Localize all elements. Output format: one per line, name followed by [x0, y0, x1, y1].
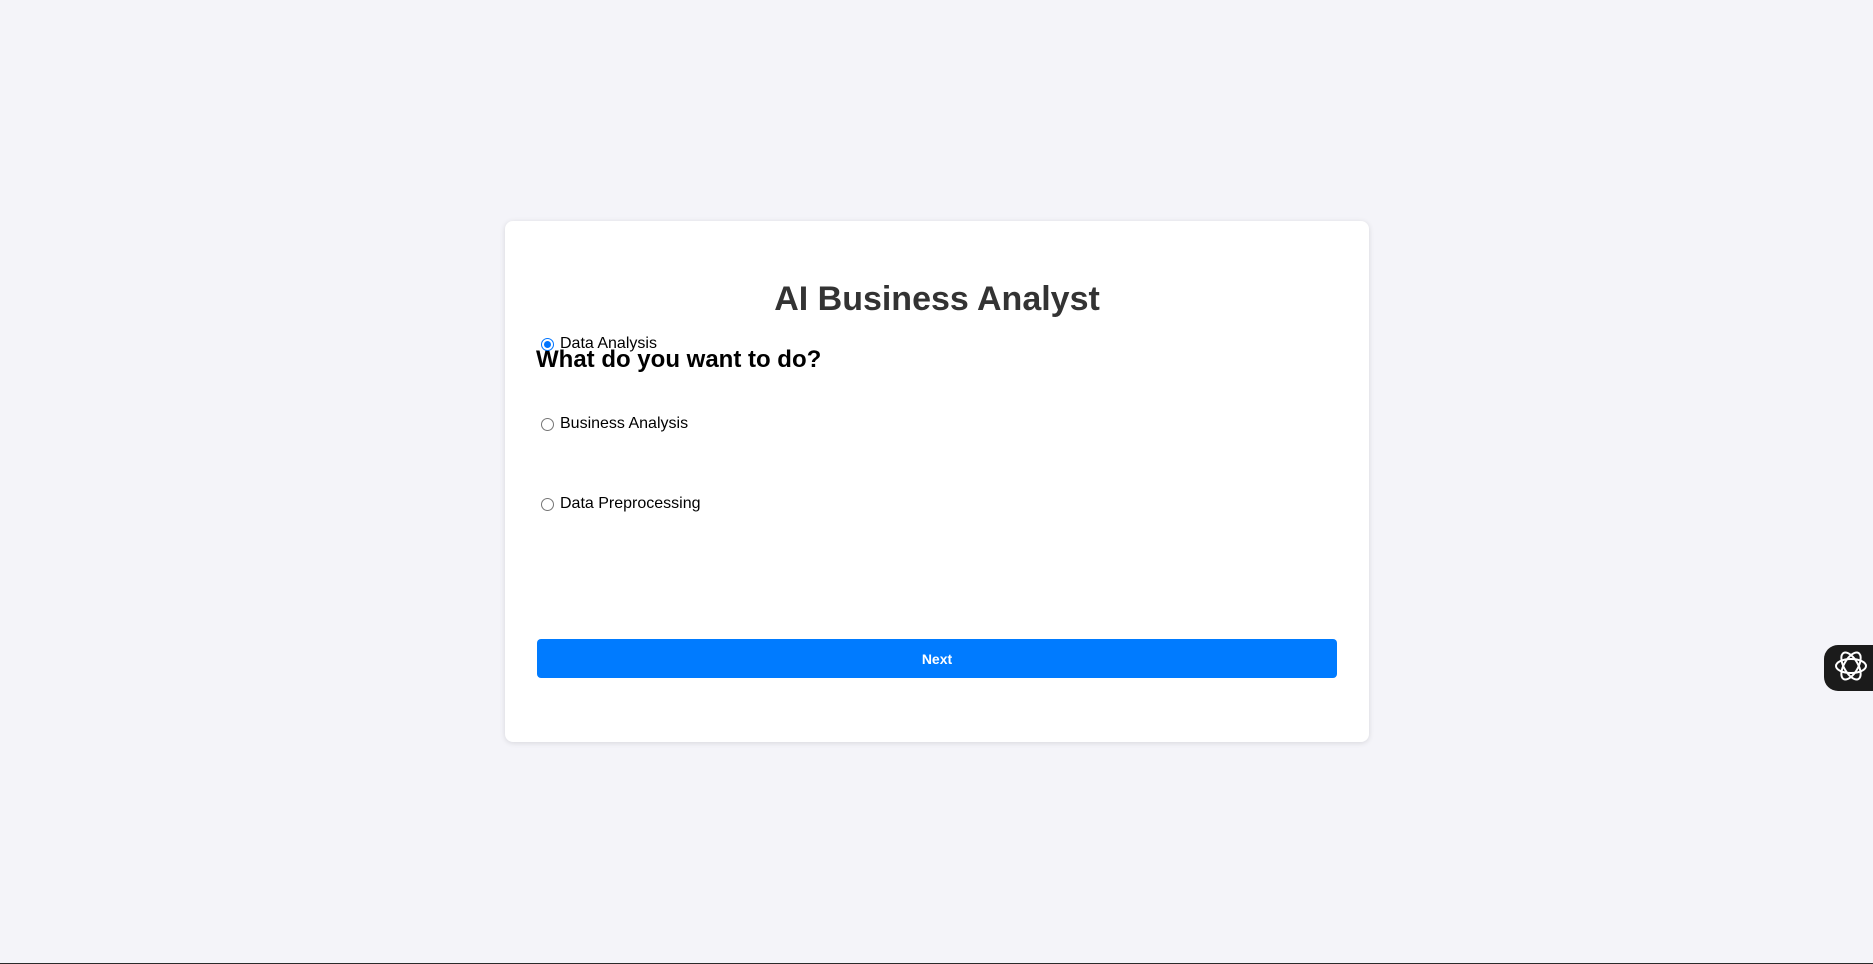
openai-logo-icon [1833, 648, 1869, 689]
page-title: AI Business Analyst [774, 280, 1100, 318]
option-label: Data Preprocessing [560, 495, 701, 512]
option-label: Business Analysis [560, 415, 689, 432]
radio-business-analysis[interactable] [541, 417, 554, 431]
main-card: AI Business Analyst What do you want to … [505, 221, 1369, 742]
assistant-widget-button[interactable] [1824, 645, 1873, 691]
option-label: Data Analysis [560, 335, 657, 352]
option-data-analysis[interactable]: Data Analysis [541, 334, 657, 354]
radio-data-analysis[interactable] [541, 337, 554, 351]
option-business-analysis[interactable]: Business Analysis [541, 414, 688, 434]
radio-data-preprocessing[interactable] [541, 497, 554, 511]
option-data-preprocessing[interactable]: Data Preprocessing [541, 494, 701, 514]
next-button[interactable]: Next [537, 639, 1337, 678]
